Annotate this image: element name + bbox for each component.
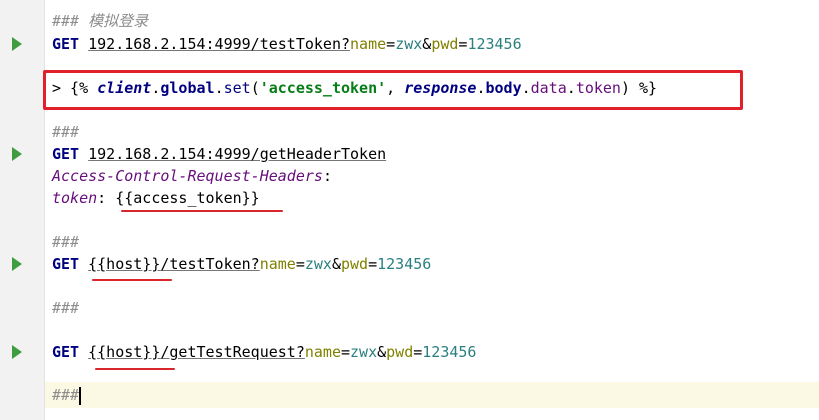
equals: = <box>341 343 351 361</box>
script-body: body <box>485 79 522 97</box>
query-param-name: pwd <box>386 343 414 361</box>
script-set: set <box>223 79 251 97</box>
request-path[interactable]: /testToken? <box>160 255 259 273</box>
comment-text: ### <box>52 386 80 404</box>
script-key-string: 'access_token' <box>259 79 387 97</box>
ampersand: & <box>331 255 341 273</box>
paren: ( <box>250 79 260 97</box>
query-param-name: name <box>259 255 296 273</box>
script-open: > {% <box>52 79 98 97</box>
request-url[interactable]: 192.168.2.154:4999/testToken? <box>88 35 350 53</box>
run-request-icon[interactable] <box>12 345 22 359</box>
request-line-host-testtoken[interactable]: GET {{host}}/testToken?name=zwx&pwd=1234… <box>52 253 431 275</box>
equals: = <box>368 255 378 273</box>
comma: , <box>386 79 405 97</box>
header-line-token[interactable]: token: {{access_token}} <box>52 187 260 209</box>
colon: : <box>322 167 332 185</box>
query-param-value: 123456 <box>467 35 522 53</box>
http-method: GET <box>52 35 80 53</box>
script-client: client <box>97 79 152 97</box>
editor-gutter <box>0 0 45 420</box>
text-cursor <box>79 386 82 405</box>
ampersand: & <box>422 35 432 53</box>
header-name: token <box>52 189 98 207</box>
script-data: data <box>530 79 567 97</box>
dot: . <box>214 79 224 97</box>
annotation-underline <box>95 368 175 370</box>
request-line-getheadertoken[interactable]: GET 192.168.2.154:4999/getHeaderToken <box>52 143 386 165</box>
dot: . <box>476 79 486 97</box>
response-handler-script[interactable]: > {% client.global.set('access_token', r… <box>52 77 657 99</box>
current-line[interactable]: ### <box>52 384 82 406</box>
script-token: token <box>575 79 621 97</box>
query-param-name: pwd <box>431 35 459 53</box>
http-method: GET <box>52 255 80 273</box>
header-value-variable: {{access_token}} <box>115 189 260 207</box>
run-request-icon[interactable] <box>12 37 22 51</box>
header-line[interactable]: Access-Control-Request-Headers: <box>52 165 332 187</box>
query-param-value: zwx <box>395 35 423 53</box>
comment-line: ### <box>52 299 80 317</box>
equals: = <box>413 343 423 361</box>
equals: = <box>295 255 305 273</box>
query-param-value: 123456 <box>422 343 477 361</box>
query-param-name: name <box>304 343 341 361</box>
equals: = <box>386 35 396 53</box>
run-request-icon[interactable] <box>12 257 22 271</box>
comment-line: ### <box>52 123 80 141</box>
host-variable[interactable]: {{host}} <box>88 343 160 361</box>
http-method: GET <box>52 343 80 361</box>
annotation-underline <box>121 210 283 212</box>
http-method: GET <box>52 145 80 163</box>
comment-line: ### <box>52 233 80 251</box>
dot: . <box>566 79 576 97</box>
run-request-icon[interactable] <box>12 147 22 161</box>
request-line-host-gettestrequest[interactable]: GET {{host}}/getTestRequest?name=zwx&pwd… <box>52 341 476 363</box>
dot: . <box>521 79 531 97</box>
script-close: %} <box>639 79 658 97</box>
comment-line: ### 模拟登录 <box>52 12 149 30</box>
script-response: response <box>404 79 477 97</box>
query-param-value: zwx <box>350 343 378 361</box>
colon: : <box>97 189 116 207</box>
header-name: Access-Control-Request-Headers <box>52 167 323 185</box>
ampersand: & <box>377 343 387 361</box>
query-param-name: name <box>350 35 387 53</box>
query-param-value: zwx <box>304 255 332 273</box>
paren-close: ) <box>620 79 640 97</box>
script-global: global <box>160 79 215 97</box>
current-line-highlight <box>45 382 819 408</box>
request-line-testtoken[interactable]: GET 192.168.2.154:4999/testToken?name=zw… <box>52 33 522 55</box>
query-param-value: 123456 <box>377 255 432 273</box>
request-url[interactable]: 192.168.2.154:4999/getHeaderToken <box>88 145 386 163</box>
request-path[interactable]: /getTestRequest? <box>160 343 305 361</box>
query-param-name: pwd <box>341 255 369 273</box>
annotation-underline <box>92 279 172 281</box>
host-variable[interactable]: {{host}} <box>88 255 160 273</box>
